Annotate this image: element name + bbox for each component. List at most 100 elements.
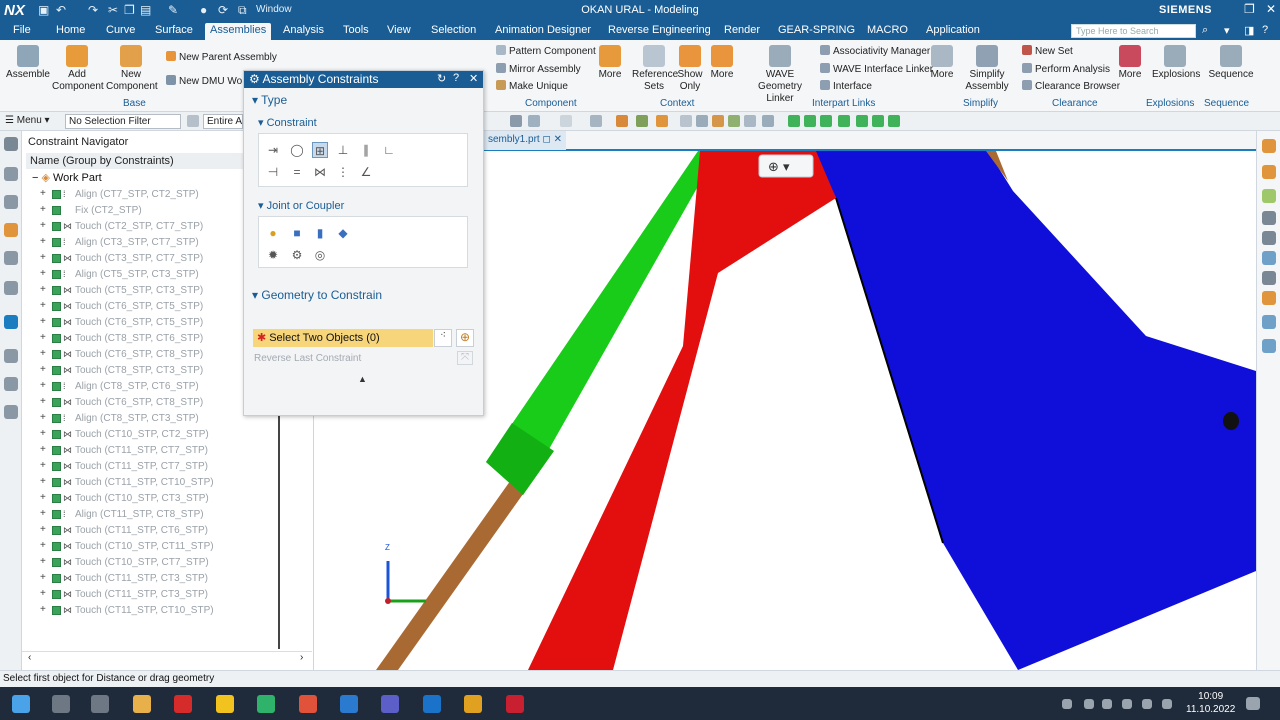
constraint-checkbox[interactable]: [52, 510, 61, 519]
joint-subsection-header[interactable]: ▾ Joint or Coupler: [258, 199, 344, 212]
navigator-horizontal-scrollbar[interactable]: ‹ ›: [22, 651, 312, 665]
menu-view[interactable]: View: [387, 24, 411, 36]
constraint-checkbox[interactable]: [52, 302, 61, 311]
slider-joint-icon[interactable]: ■: [289, 225, 305, 241]
green-app-icon[interactable]: [257, 695, 275, 713]
new-component-button[interactable]: New Component: [106, 45, 158, 93]
expand-icon[interactable]: +: [40, 332, 46, 343]
add-component-side-icon[interactable]: [1262, 139, 1276, 153]
view-orient-icon[interactable]: [510, 115, 522, 127]
fix-icon[interactable]: ⊥: [335, 142, 351, 158]
red-app-icon[interactable]: [299, 695, 317, 713]
show-hide-icon[interactable]: [1262, 211, 1276, 225]
shaded-icon[interactable]: [804, 115, 816, 127]
sticky-notes-icon[interactable]: [216, 695, 234, 713]
sketch-icon[interactable]: [762, 115, 774, 127]
new-set-button[interactable]: New Set: [1022, 45, 1073, 57]
search-icon[interactable]: [52, 695, 70, 713]
tab-pin-icon[interactable]: ◻: [542, 134, 550, 145]
menu-render[interactable]: Render: [724, 24, 760, 36]
outlook-icon[interactable]: [423, 695, 441, 713]
expand-icon[interactable]: +: [40, 412, 46, 423]
point-snap-icon[interactable]: [656, 115, 668, 127]
process-studio-icon[interactable]: [4, 377, 18, 391]
expand-icon[interactable]: +: [40, 476, 46, 487]
expand-icon[interactable]: +: [40, 220, 46, 231]
context-more-button[interactable]: More: [708, 45, 736, 81]
red-part[interactable]: [528, 151, 836, 670]
interface-button[interactable]: Interface: [820, 80, 872, 92]
expand-icon[interactable]: +: [40, 204, 46, 215]
expand-icon[interactable]: +: [40, 444, 46, 455]
constraint-subsection-header[interactable]: ▾ Constraint: [258, 116, 317, 129]
ball-joint-icon[interactable]: ◆: [335, 225, 351, 241]
constraint-checkbox[interactable]: [52, 494, 61, 503]
dialog-close-icon[interactable]: ✕: [469, 72, 478, 85]
zoom-icon[interactable]: [590, 115, 602, 127]
menu-home[interactable]: Home: [56, 24, 85, 36]
geometry-section-header[interactable]: ▾ Geometry to Constrain: [252, 288, 382, 302]
expand-icon[interactable]: +: [40, 364, 46, 375]
constraint-checkbox[interactable]: [52, 558, 61, 567]
window-arrange-icon[interactable]: ◨: [1244, 24, 1254, 37]
scroll-right-icon[interactable]: ›: [300, 652, 303, 663]
roles-icon[interactable]: [4, 405, 18, 419]
constraint-checkbox[interactable]: [52, 254, 61, 263]
expand-icon[interactable]: +: [40, 396, 46, 407]
menu-tools[interactable]: Tools: [343, 24, 369, 36]
clearance-more-button[interactable]: More: [1116, 45, 1144, 81]
hd3d-icon[interactable]: [4, 281, 18, 295]
constraint-checkbox[interactable]: [52, 590, 61, 599]
assemble-button[interactable]: Assemble: [6, 45, 50, 81]
orient-icon[interactable]: [712, 115, 724, 127]
angle-icon[interactable]: ∠: [358, 164, 374, 180]
constraint-checkbox[interactable]: [52, 398, 61, 407]
expand-icon[interactable]: +: [40, 604, 46, 615]
wireframe-icon[interactable]: [820, 115, 832, 127]
pen-icon[interactable]: [1122, 699, 1132, 709]
constraint-checkbox[interactable]: [52, 430, 61, 439]
expand-icon[interactable]: +: [40, 188, 46, 199]
studio-icon[interactable]: [888, 115, 900, 127]
menu-file[interactable]: File: [13, 24, 31, 36]
distance-icon[interactable]: ⊞: [312, 142, 328, 158]
constraint-checkbox[interactable]: [52, 334, 61, 343]
explosions-button[interactable]: Explosions: [1152, 45, 1200, 81]
touch-align-icon[interactable]: ⇥: [265, 142, 281, 158]
file-explorer-icon[interactable]: [133, 695, 151, 713]
rack-pinion-icon[interactable]: ⚙: [289, 247, 305, 263]
revolute-joint-icon[interactable]: ●: [265, 225, 281, 241]
constraint-checkbox[interactable]: [52, 526, 61, 535]
notifications-icon[interactable]: [1246, 697, 1260, 710]
align-lock-icon[interactable]: ⊣: [265, 164, 281, 180]
fit-icon[interactable]: [788, 115, 800, 127]
gear-coupler-icon[interactable]: ✹: [265, 247, 281, 263]
move-component-icon[interactable]: [1262, 165, 1276, 179]
constraint-checkbox[interactable]: [52, 574, 61, 583]
section-side-icon[interactable]: [1262, 339, 1276, 353]
visibility-icon[interactable]: [1262, 271, 1276, 285]
body-select-icon[interactable]: [636, 115, 648, 127]
measure-side-icon[interactable]: [1262, 231, 1276, 245]
ribbon-options-icon[interactable]: ▾: [1224, 24, 1230, 37]
constraint-checkbox[interactable]: [52, 222, 61, 231]
select-sample-icon[interactable]: ⁖: [434, 329, 452, 347]
constraint-navigator-icon[interactable]: [4, 223, 18, 237]
sequence-button[interactable]: Sequence: [1208, 45, 1254, 81]
help-search-icon[interactable]: ⌕: [1202, 24, 1208, 37]
new-parent-assembly-button[interactable]: New Parent Assembly: [166, 51, 277, 63]
constraint-checkbox[interactable]: [52, 206, 61, 215]
constraint-checkbox[interactable]: [52, 462, 61, 471]
menu-reverse-engineering[interactable]: Reverse Engineering: [608, 24, 711, 36]
new-dmu-button[interactable]: New DMU Wo: [166, 75, 242, 87]
menu-gear-spring[interactable]: GEAR-SPRING: [778, 24, 855, 36]
close-icon[interactable]: ✕: [1266, 2, 1276, 16]
cylindrical-joint-icon[interactable]: ▮: [312, 225, 328, 241]
type-filter-select[interactable]: No Selection Filter: [65, 114, 181, 129]
perpendicular-icon[interactable]: ∟: [381, 142, 397, 158]
expand-icon[interactable]: +: [40, 492, 46, 503]
windows-start-icon[interactable]: [12, 695, 30, 713]
menu-animation-designer[interactable]: Animation Designer: [495, 24, 591, 36]
taskbar-clock[interactable]: 10:09 11.10.2022: [1186, 690, 1235, 716]
dialog-help-icon[interactable]: ?: [453, 72, 459, 84]
